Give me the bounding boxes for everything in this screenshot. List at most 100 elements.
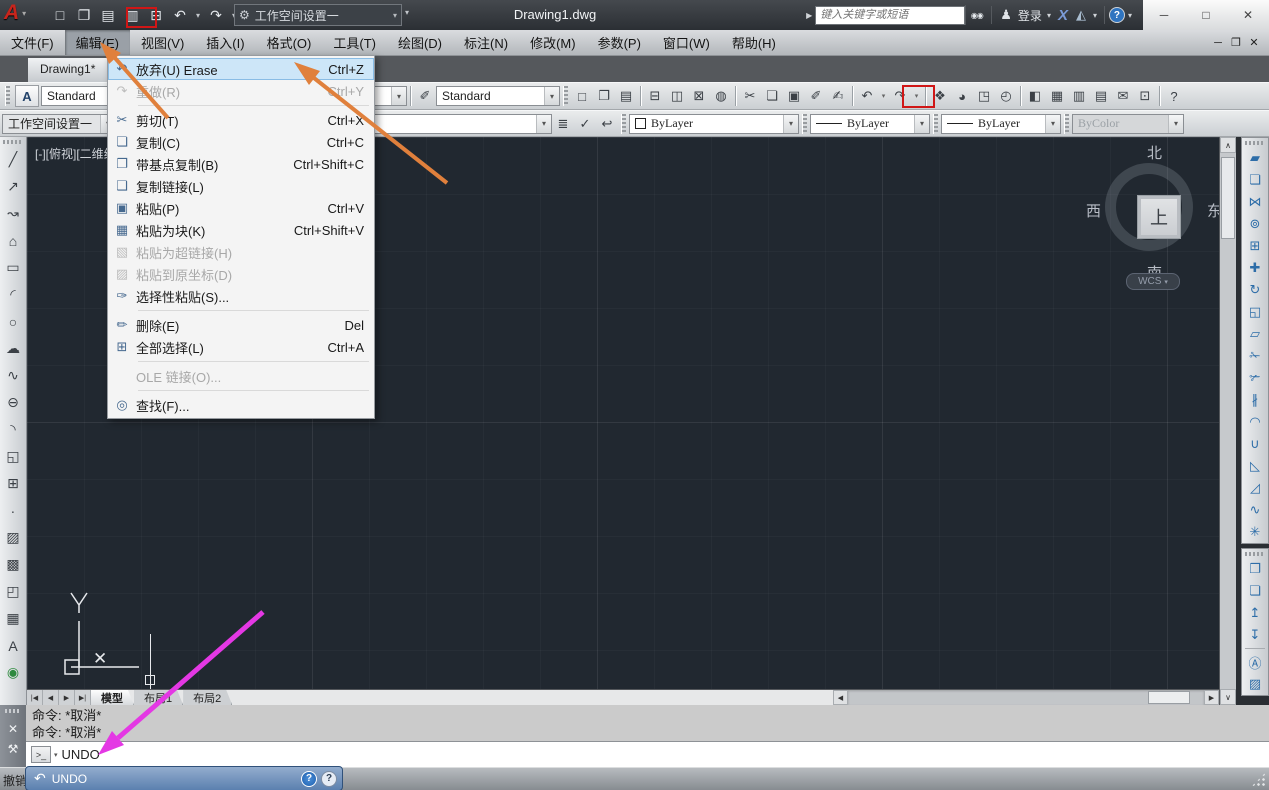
construction-line-icon[interactable]: ↗ <box>1 173 25 200</box>
open-icon[interactable]: ❐ <box>593 85 615 107</box>
chevron-down-icon[interactable]: ▾ <box>536 115 551 133</box>
circle-icon[interactable]: ○ <box>1 308 25 335</box>
toolbar-grip[interactable] <box>3 140 23 144</box>
pan-icon[interactable]: ❖ <box>929 85 951 107</box>
exchange-apps-icon[interactable]: X <box>1054 4 1072 26</box>
toolbar-overflow-icon[interactable]: ▾ <box>405 8 409 17</box>
workspace-switcher[interactable]: ⚙ 工作空间设置一 ▾ <box>234 4 402 26</box>
doc-restore-button[interactable]: ❐ <box>1227 36 1245 49</box>
hscroll-left-icon[interactable]: ◀ <box>833 690 848 705</box>
zoom-window-icon[interactable]: ◳ <box>973 85 995 107</box>
command-window-grip[interactable] <box>5 709 21 713</box>
text-style-icon[interactable]: A <box>15 85 39 107</box>
hscroll-thumb[interactable] <box>1148 691 1190 704</box>
tab-nav-next-icon[interactable]: ▶ <box>59 690 75 705</box>
menu-item-find[interactable]: ◎ 查找(F)... <box>108 394 374 416</box>
blend-curves-icon[interactable]: ∿ <box>1243 499 1267 521</box>
menu-item-paste[interactable]: ▣ 粘贴(P) Ctrl+V <box>108 197 374 219</box>
help-icon[interactable]: ? <box>1163 85 1185 107</box>
lineweight-control-combo[interactable]: ByLayer ▾ <box>941 114 1061 134</box>
extend-icon[interactable]: ✃ <box>1243 367 1267 389</box>
region-icon[interactable]: ◰ <box>1 578 25 605</box>
autodesk360-icon[interactable]: ◭ <box>1072 4 1090 26</box>
workspace-combo[interactable]: 工作空间设置一 ▾ <box>2 114 116 134</box>
new-icon[interactable]: □ <box>571 85 593 107</box>
rotate-icon[interactable]: ↻ <box>1243 279 1267 301</box>
join-icon[interactable]: ∪ <box>1243 433 1267 455</box>
menu-item-cut[interactable]: ✂ 剪切(T) Ctrl+X <box>108 109 374 131</box>
tab-layout1[interactable]: 布局1 <box>134 690 183 705</box>
vscroll-up-icon[interactable]: ∧ <box>1220 137 1236 153</box>
color-control-combo[interactable]: ByLayer ▾ <box>629 114 799 134</box>
print-icon[interactable]: ⊟ <box>644 85 666 107</box>
doc-close-button[interactable]: ✕ <box>1245 36 1263 49</box>
open-icon[interactable]: ❐ <box>72 4 96 26</box>
command-input-row[interactable]: >_ ▾ UNDO <box>26 742 1269 767</box>
send-to-back-icon[interactable]: ❏ <box>1243 580 1267 602</box>
wrench-icon[interactable]: ⚒ <box>8 739 19 759</box>
save-icon[interactable]: ▤ <box>96 4 120 26</box>
copy-icon[interactable]: ❏ <box>1243 169 1267 191</box>
menu-dimension[interactable]: 标注(N) <box>453 30 519 55</box>
erase-icon[interactable]: ▰ <box>1243 147 1267 169</box>
hatch-to-back-icon[interactable]: ▨ <box>1243 673 1267 695</box>
fillet-icon[interactable]: ◿ <box>1243 477 1267 499</box>
multiline-text-icon[interactable]: A <box>1 632 25 659</box>
bring-to-front-icon[interactable]: ❐ <box>1243 558 1267 580</box>
infocenter-toggle-icon[interactable]: ▶ <box>806 11 812 20</box>
mirror-icon[interactable]: ⋈ <box>1243 191 1267 213</box>
vscroll-thumb[interactable] <box>1221 157 1235 239</box>
revision-cloud-icon[interactable]: ☁ <box>1 335 25 362</box>
vertical-scrollbar[interactable]: ∧ ∨ <box>1219 137 1236 705</box>
undo-dropdown-icon[interactable]: ▾ <box>192 4 204 26</box>
horizontal-scrollbar[interactable] <box>848 690 1204 705</box>
menu-edit[interactable]: 编辑(E) <box>65 30 130 55</box>
tab-model[interactable]: 模型 <box>91 690 134 705</box>
arc-icon[interactable]: ◜ <box>1 281 25 308</box>
break-icon[interactable]: ◠ <box>1243 411 1267 433</box>
copy-icon[interactable]: ❏ <box>761 85 783 107</box>
redo-icon[interactable]: ↷ <box>889 85 911 107</box>
toolbar-grip[interactable] <box>802 114 807 134</box>
toolbar-grip[interactable] <box>1245 141 1265 145</box>
viewcube-top-face[interactable]: 上 <box>1137 195 1181 239</box>
point-icon[interactable]: ∙ <box>1 497 25 524</box>
a360-dropdown-icon[interactable]: ▾ <box>1093 11 1097 20</box>
viewcube-west-label[interactable]: 西 <box>1086 200 1101 221</box>
app-logo[interactable]: A ▾ <box>4 1 26 25</box>
maximize-button[interactable]: □ <box>1185 0 1227 30</box>
menu-view[interactable]: 视图(V) <box>130 30 195 55</box>
menu-item-copy-link[interactable]: ❑ 复制链接(L) <box>108 175 374 197</box>
publish-icon[interactable]: ◍ <box>710 85 732 107</box>
offset-icon[interactable]: ⊚ <box>1243 213 1267 235</box>
designcenter-icon[interactable]: ▦ <box>1046 85 1068 107</box>
scale-icon[interactable]: ◱ <box>1243 301 1267 323</box>
ellipse-arc-icon[interactable]: ◝ <box>1 416 25 443</box>
tab-layout2[interactable]: 布局2 <box>183 690 232 705</box>
array-icon[interactable]: ⊞ <box>1243 235 1267 257</box>
menu-draw[interactable]: 绘图(D) <box>387 30 453 55</box>
binoculars-search-icon[interactable]: ◉◉ <box>965 5 987 25</box>
sheet-set-manager-icon[interactable]: ▤ <box>1090 85 1112 107</box>
redo-icon[interactable]: ↷ <box>204 4 228 26</box>
undo-icon[interactable]: ↶ <box>856 85 878 107</box>
menu-help[interactable]: 帮助(H) <box>721 30 787 55</box>
viewcube-north-label[interactable]: 北 <box>1147 142 1162 163</box>
redo-dropdown-icon[interactable]: ▾ <box>911 85 922 107</box>
layer-properties-icon[interactable]: ≣ <box>552 113 574 135</box>
menu-item-undo[interactable]: ↶ 放弃(U) Erase Ctrl+Z <box>108 58 374 80</box>
menu-item-paste-special[interactable]: ✑ 选择性粘贴(S)... <box>108 285 374 307</box>
menu-item-copy[interactable]: ❏ 复制(C) Ctrl+C <box>108 131 374 153</box>
polygon-icon[interactable]: ⌂ <box>1 227 25 254</box>
help-dropdown-icon[interactable]: ▾ <box>1128 11 1132 20</box>
menu-file[interactable]: 文件(F) <box>0 30 65 55</box>
quickcalc-icon[interactable]: ⊡ <box>1134 85 1156 107</box>
menu-item-copy-with-base-point[interactable]: ❐ 带基点复制(B) Ctrl+Shift+C <box>108 153 374 175</box>
close-button[interactable]: ✕ <box>1227 0 1269 30</box>
vscroll-down-icon[interactable]: ∨ <box>1220 689 1236 705</box>
line-icon[interactable]: ╱ <box>1 146 25 173</box>
dim-style-icon[interactable]: ✐ <box>414 85 436 107</box>
polyline-icon[interactable]: ↝ <box>1 200 25 227</box>
rectangle-icon[interactable]: ▭ <box>1 254 25 281</box>
toolbar-grip[interactable] <box>1064 114 1069 134</box>
